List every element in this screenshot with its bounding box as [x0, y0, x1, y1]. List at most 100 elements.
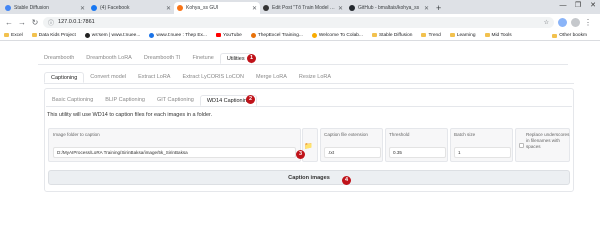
- favicon-icon: [349, 5, 355, 11]
- minimize-button[interactable]: —: [556, 0, 570, 12]
- divider: [46, 106, 572, 107]
- tab-label: GitHub - bmaltais/kohya_ss: [358, 5, 420, 11]
- tab-dreambooth-ti[interactable]: Dreambooth TI: [138, 53, 187, 64]
- folder-open-icon[interactable]: 📁: [304, 142, 313, 150]
- image-folder-group: Image folder to caption D:/MyAIProcess/L…: [48, 128, 301, 162]
- bookmark-label: Excel: [11, 32, 23, 38]
- tab-label: Kohya_ss GUI: [186, 5, 219, 11]
- main-tabs: Dreambooth Dreambooth LoRA Dreambooth TI…: [38, 52, 252, 64]
- step-marker-4: 4: [342, 176, 351, 185]
- browser-tab-active[interactable]: Kohya_ss GUI ✕: [174, 2, 260, 14]
- bookmark-label: Welcome To Colab...: [318, 32, 363, 38]
- browser-tab[interactable]: GitHub - bmaltais/kohya_ss ✕: [346, 2, 432, 14]
- bookmark-item[interactable]: ws'sem | www.t:nuee...: [84, 32, 141, 38]
- close-icon[interactable]: ✕: [252, 5, 257, 12]
- tab-merge-lora[interactable]: Merge LoRA: [250, 72, 293, 83]
- browser-tab[interactable]: (4) Facebook ✕: [88, 2, 174, 14]
- step-marker-3: 3: [296, 150, 305, 159]
- bookmark-item[interactable]: Trend: [421, 32, 441, 38]
- bookmark-label: Learning: [456, 32, 476, 38]
- favicon-icon: [5, 5, 11, 11]
- threshold-input[interactable]: 0.35: [389, 147, 446, 158]
- site-icon: [84, 32, 90, 38]
- tab-basic-captioning[interactable]: Basic Captioning: [46, 95, 99, 106]
- site-icon: [250, 32, 256, 38]
- divider: [44, 83, 574, 84]
- caption-method-tabs: Basic Captioning BLIP Captioning GIT Cap…: [46, 94, 257, 106]
- tab-convert-model[interactable]: Convert model: [84, 72, 132, 83]
- bookmark-item[interactable]: Mid Tools: [484, 32, 512, 38]
- replace-underscores-group: Replace underscores in filenames with sp…: [515, 128, 570, 162]
- other-bookmarks[interactable]: Other bookm: [552, 33, 587, 38]
- batch-size-input[interactable]: 1: [454, 147, 511, 158]
- browser-tab[interactable]: Edit Post "Tổ Train Model cuối cùng ✕: [260, 2, 346, 14]
- url-text: 127.0.0.1:7861: [58, 19, 95, 25]
- tab-captioning[interactable]: Captioning: [44, 72, 85, 83]
- bookmark-item[interactable]: YouTube: [215, 33, 242, 38]
- step-marker-2: 2: [246, 95, 255, 104]
- replace-underscores-checkbox[interactable]: [519, 143, 524, 148]
- bookmark-star-icon[interactable]: ☆: [544, 19, 549, 26]
- browser-tab-strip: Stable Diffusion ✕ (4) Facebook ✕ Kohya_…: [0, 0, 600, 14]
- close-icon[interactable]: ✕: [166, 5, 171, 12]
- bookmark-item[interactable]: www.t:nuee : Thep Ex...: [149, 32, 207, 38]
- close-window-button[interactable]: ✕: [586, 0, 600, 12]
- menu-icon[interactable]: ⋮: [583, 18, 593, 27]
- caption-extension-group: Caption file extension .txt: [320, 128, 383, 162]
- folder-icon: [449, 33, 455, 37]
- maximize-button[interactable]: ❐: [571, 0, 585, 12]
- youtube-icon: [215, 33, 221, 37]
- site-info-icon[interactable]: ⓘ: [48, 18, 54, 27]
- close-icon[interactable]: ✕: [424, 5, 429, 12]
- bookmark-label: www.t:nuee : Thep Ex...: [156, 32, 207, 38]
- batch-size-group: Batch size 1: [450, 128, 513, 162]
- image-folder-label: Image folder to caption: [53, 132, 100, 137]
- bookmark-item[interactable]: Stable Diffusion: [371, 32, 413, 38]
- bookmark-item[interactable]: Excel: [4, 33, 23, 38]
- tab-git-captioning[interactable]: GIT Captioning: [151, 95, 200, 106]
- tab-extract-lycoris[interactable]: Extract LyCORIS LoCON: [176, 72, 250, 83]
- profile-avatar[interactable]: [571, 17, 580, 27]
- utility-description: This utility will use WD14 to caption fi…: [47, 112, 213, 118]
- colab-icon: [311, 32, 317, 38]
- image-folder-input[interactable]: D:/MyAIProcess/LoRA Training/SirinBaksa/…: [53, 147, 296, 158]
- bookmark-item[interactable]: Learning: [449, 32, 476, 38]
- tab-label: Stable Diffusion: [14, 5, 49, 11]
- favicon-icon: [263, 5, 269, 11]
- close-icon[interactable]: ✕: [80, 5, 85, 12]
- tab-resize-lora[interactable]: Resize LoRA: [293, 72, 337, 83]
- step-marker-1: 1: [247, 54, 256, 63]
- bookmark-label: Mid Tools: [491, 32, 512, 38]
- back-icon[interactable]: ←: [4, 18, 14, 27]
- bookmark-item[interactable]: Welcome To Colab...: [311, 32, 363, 38]
- browser-tab[interactable]: Stable Diffusion ✕: [2, 2, 88, 14]
- tab-label: (4) Facebook: [100, 5, 130, 11]
- caption-images-button[interactable]: Caption images: [48, 170, 570, 185]
- favicon-icon: [177, 5, 183, 11]
- favicon-icon: [91, 5, 97, 11]
- tab-dreambooth[interactable]: Dreambooth: [38, 53, 80, 64]
- folder-icon: [4, 33, 9, 37]
- bookmark-item[interactable]: Data Kids Project: [31, 33, 76, 38]
- caption-extension-label: Caption file extension: [324, 132, 368, 137]
- tab-blip-captioning[interactable]: BLIP Captioning: [99, 95, 151, 106]
- tab-finetune[interactable]: Finetune: [186, 53, 219, 64]
- bookmark-label: ws'sem | www.t:nuee...: [91, 32, 141, 38]
- forward-icon[interactable]: →: [17, 18, 27, 27]
- tab-extract-lora[interactable]: Extract LoRA: [132, 72, 176, 83]
- reload-icon[interactable]: ↻: [30, 18, 40, 27]
- bookmarks-bar: Excel Data Kids Project ws'sem | www.t:n…: [0, 30, 600, 41]
- tab-dreambooth-lora[interactable]: Dreambooth LoRA: [80, 53, 138, 64]
- folder-icon: [31, 33, 37, 37]
- close-icon[interactable]: ✕: [338, 5, 343, 12]
- bookmark-item[interactable]: ThepExcel Training...: [250, 32, 303, 38]
- utility-tabs: Captioning Convert model Extract LoRA Ex…: [44, 71, 337, 83]
- caption-extension-input[interactable]: .txt: [324, 147, 381, 158]
- new-tab-button[interactable]: +: [436, 2, 441, 14]
- url-bar[interactable]: ⓘ 127.0.0.1:7861 ☆: [43, 16, 554, 28]
- threshold-group: Threshold 0.35: [385, 128, 448, 162]
- kohya-gui-page: Dreambooth Dreambooth LoRA Dreambooth TI…: [0, 42, 600, 221]
- bookmark-label: Stable Diffusion: [378, 32, 413, 38]
- extension-icon[interactable]: [558, 17, 567, 27]
- bookmark-label: Trend: [428, 32, 441, 38]
